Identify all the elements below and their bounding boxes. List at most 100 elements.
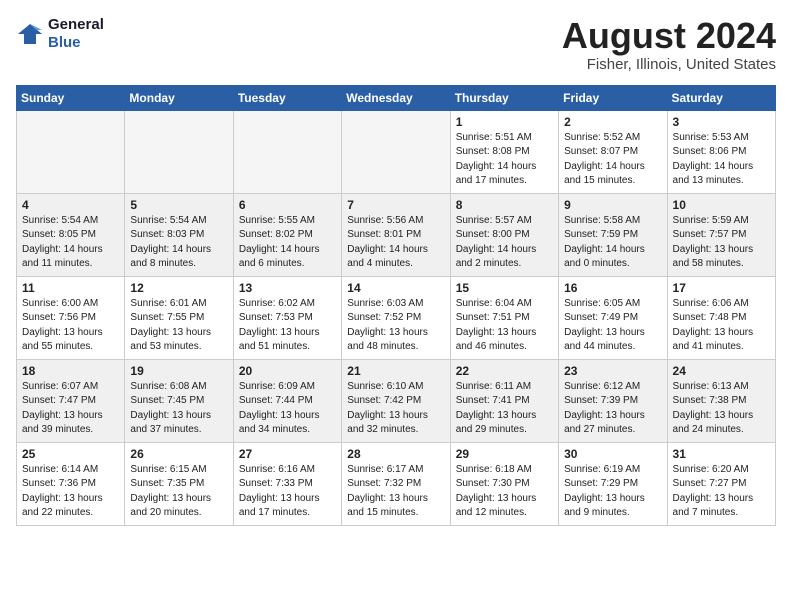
calendar-cell: 19 Sunrise: 6:08 AM Sunset: 7:45 PM Dayli…	[125, 359, 233, 442]
day-info: Sunrise: 6:13 AM Sunset: 7:38 PM Dayligh…	[673, 380, 770, 438]
day-number: 17	[673, 281, 770, 295]
calendar-cell: 22 Sunrise: 6:11 AM Sunset: 7:41 PM Dayli…	[450, 359, 558, 442]
calendar-cell: 14Sunrise: 6:03 AM Sunset: 7:52 PM Dayli…	[342, 276, 450, 359]
calendar-cell: 15Sunrise: 6:04 AM Sunset: 7:51 PM Dayli…	[450, 276, 558, 359]
day-info: Sunrise: 5:59 AM Sunset: 7:57 PM Dayligh…	[673, 214, 770, 272]
calendar-week-row: 18 Sunrise: 6:07 AM Sunset: 7:47 PM Dayli…	[17, 359, 776, 442]
col-header-saturday: Saturday	[667, 85, 775, 110]
calendar-cell	[125, 110, 233, 193]
day-number: 15	[456, 281, 553, 295]
calendar-cell	[233, 110, 341, 193]
calendar-cell: 1 Sunrise: 5:51 AM Sunset: 8:08 PM Daylig…	[450, 110, 558, 193]
col-header-sunday: Sunday	[17, 85, 125, 110]
day-info: Sunrise: 5:54 AM Sunset: 8:05 PM Dayligh…	[22, 214, 119, 272]
calendar-cell: 3 Sunrise: 5:53 AM Sunset: 8:06 PM Daylig…	[667, 110, 775, 193]
day-number: 2	[564, 115, 661, 129]
day-number: 9	[564, 198, 661, 212]
calendar-cell: 18 Sunrise: 6:07 AM Sunset: 7:47 PM Dayli…	[17, 359, 125, 442]
calendar-cell: 24 Sunrise: 6:13 AM Sunset: 7:38 PM Dayli…	[667, 359, 775, 442]
day-number: 16	[564, 281, 661, 295]
col-header-tuesday: Tuesday	[233, 85, 341, 110]
day-info: Sunrise: 6:17 AM Sunset: 7:32 PM Dayligh…	[347, 463, 444, 521]
day-number: 26	[130, 447, 227, 461]
day-info: Sunrise: 6:12 AM Sunset: 7:39 PM Dayligh…	[564, 380, 661, 438]
day-info: Sunrise: 6:11 AM Sunset: 7:41 PM Dayligh…	[456, 380, 553, 438]
day-number: 14	[347, 281, 444, 295]
day-number: 22	[456, 364, 553, 378]
day-info: Sunrise: 6:07 AM Sunset: 7:47 PM Dayligh…	[22, 380, 119, 438]
title-block: August 2024 Fisher, Illinois, United Sta…	[562, 16, 776, 73]
calendar-header-row: SundayMondayTuesdayWednesdayThursdayFrid…	[17, 85, 776, 110]
day-info: Sunrise: 6:19 AM Sunset: 7:29 PM Dayligh…	[564, 463, 661, 521]
calendar-cell: 7 Sunrise: 5:56 AM Sunset: 8:01 PM Daylig…	[342, 193, 450, 276]
day-info: Sunrise: 6:15 AM Sunset: 7:35 PM Dayligh…	[130, 463, 227, 521]
logo-bird-icon	[16, 20, 44, 48]
col-header-monday: Monday	[125, 85, 233, 110]
day-number: 19	[130, 364, 227, 378]
day-info: Sunrise: 5:56 AM Sunset: 8:01 PM Dayligh…	[347, 214, 444, 272]
day-info: Sunrise: 6:02 AM Sunset: 7:53 PM Dayligh…	[239, 297, 336, 355]
day-number: 11	[22, 281, 119, 295]
day-info: Sunrise: 5:58 AM Sunset: 7:59 PM Dayligh…	[564, 214, 661, 272]
calendar-subtitle: Fisher, Illinois, United States	[562, 56, 776, 73]
day-number: 6	[239, 198, 336, 212]
calendar-cell: 31 Sunrise: 6:20 AM Sunset: 7:27 PM Dayli…	[667, 442, 775, 525]
day-number: 31	[673, 447, 770, 461]
logo-text: General Blue	[48, 16, 104, 52]
calendar-week-row: 4Sunrise: 5:54 AM Sunset: 8:05 PM Daylig…	[17, 193, 776, 276]
day-number: 24	[673, 364, 770, 378]
day-number: 25	[22, 447, 119, 461]
calendar-cell: 5Sunrise: 5:54 AM Sunset: 8:03 PM Daylig…	[125, 193, 233, 276]
day-info: Sunrise: 6:20 AM Sunset: 7:27 PM Dayligh…	[673, 463, 770, 521]
calendar-cell: 4Sunrise: 5:54 AM Sunset: 8:05 PM Daylig…	[17, 193, 125, 276]
calendar-cell	[17, 110, 125, 193]
calendar-cell: 26 Sunrise: 6:15 AM Sunset: 7:35 PM Dayli…	[125, 442, 233, 525]
day-number: 7	[347, 198, 444, 212]
day-info: Sunrise: 6:08 AM Sunset: 7:45 PM Dayligh…	[130, 380, 227, 438]
day-info: Sunrise: 6:00 AM Sunset: 7:56 PM Dayligh…	[22, 297, 119, 355]
col-header-wednesday: Wednesday	[342, 85, 450, 110]
day-number: 27	[239, 447, 336, 461]
day-info: Sunrise: 5:54 AM Sunset: 8:03 PM Dayligh…	[130, 214, 227, 272]
col-header-thursday: Thursday	[450, 85, 558, 110]
day-number: 29	[456, 447, 553, 461]
day-number: 30	[564, 447, 661, 461]
calendar-cell: 13 Sunrise: 6:02 AM Sunset: 7:53 PM Dayli…	[233, 276, 341, 359]
day-number: 1	[456, 115, 553, 129]
calendar-cell: 21 Sunrise: 6:10 AM Sunset: 7:42 PM Dayli…	[342, 359, 450, 442]
calendar-cell: 23Sunrise: 6:12 AM Sunset: 7:39 PM Dayli…	[559, 359, 667, 442]
calendar-cell: 17 Sunrise: 6:06 AM Sunset: 7:48 PM Dayli…	[667, 276, 775, 359]
calendar-cell: 9 Sunrise: 5:58 AM Sunset: 7:59 PM Daylig…	[559, 193, 667, 276]
calendar-cell: 10Sunrise: 5:59 AM Sunset: 7:57 PM Dayli…	[667, 193, 775, 276]
calendar-week-row: 1 Sunrise: 5:51 AM Sunset: 8:08 PM Daylig…	[17, 110, 776, 193]
day-info: Sunrise: 6:10 AM Sunset: 7:42 PM Dayligh…	[347, 380, 444, 438]
calendar-cell: 30 Sunrise: 6:19 AM Sunset: 7:29 PM Dayli…	[559, 442, 667, 525]
calendar-week-row: 25 Sunrise: 6:14 AM Sunset: 7:36 PM Dayli…	[17, 442, 776, 525]
calendar-cell: 2Sunrise: 5:52 AM Sunset: 8:07 PM Daylig…	[559, 110, 667, 193]
day-number: 20	[239, 364, 336, 378]
day-info: Sunrise: 6:18 AM Sunset: 7:30 PM Dayligh…	[456, 463, 553, 521]
day-info: Sunrise: 6:16 AM Sunset: 7:33 PM Dayligh…	[239, 463, 336, 521]
calendar-cell: 25 Sunrise: 6:14 AM Sunset: 7:36 PM Dayli…	[17, 442, 125, 525]
day-number: 12	[130, 281, 227, 295]
calendar-cell: 29 Sunrise: 6:18 AM Sunset: 7:30 PM Dayli…	[450, 442, 558, 525]
calendar-week-row: 11 Sunrise: 6:00 AM Sunset: 7:56 PM Dayli…	[17, 276, 776, 359]
day-number: 3	[673, 115, 770, 129]
day-number: 13	[239, 281, 336, 295]
day-info: Sunrise: 5:51 AM Sunset: 8:08 PM Dayligh…	[456, 131, 553, 189]
day-info: Sunrise: 6:14 AM Sunset: 7:36 PM Dayligh…	[22, 463, 119, 521]
day-number: 28	[347, 447, 444, 461]
day-number: 18	[22, 364, 119, 378]
day-info: Sunrise: 5:53 AM Sunset: 8:06 PM Dayligh…	[673, 131, 770, 189]
calendar-cell: 16Sunrise: 6:05 AM Sunset: 7:49 PM Dayli…	[559, 276, 667, 359]
day-info: Sunrise: 6:09 AM Sunset: 7:44 PM Dayligh…	[239, 380, 336, 438]
calendar-cell: 11 Sunrise: 6:00 AM Sunset: 7:56 PM Dayli…	[17, 276, 125, 359]
day-number: 21	[347, 364, 444, 378]
day-info: Sunrise: 6:06 AM Sunset: 7:48 PM Dayligh…	[673, 297, 770, 355]
calendar-cell: 12Sunrise: 6:01 AM Sunset: 7:55 PM Dayli…	[125, 276, 233, 359]
calendar-title: August 2024	[562, 16, 776, 56]
calendar-cell	[342, 110, 450, 193]
calendar-cell: 6Sunrise: 5:55 AM Sunset: 8:02 PM Daylig…	[233, 193, 341, 276]
calendar-table: SundayMondayTuesdayWednesdayThursdayFrid…	[16, 85, 776, 526]
day-number: 8	[456, 198, 553, 212]
